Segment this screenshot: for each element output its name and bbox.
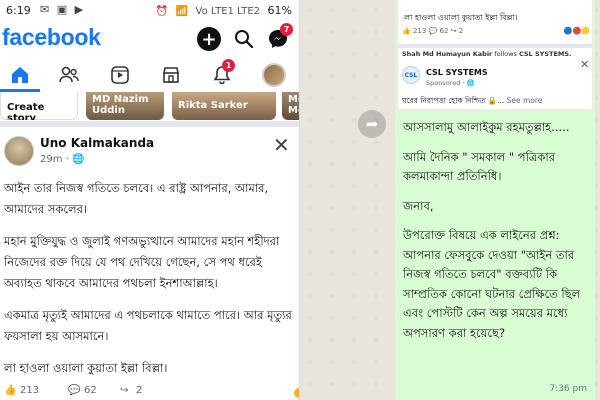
follow-text: follows <box>494 50 517 58</box>
profile-avatar <box>262 63 286 87</box>
story-card[interactable]: Rikta Sarker <box>172 92 276 120</box>
like-icon: 👍 <box>402 27 413 35</box>
nav-home[interactable] <box>6 62 34 88</box>
comment-count: 62 <box>84 385 97 396</box>
nav-notifications[interactable]: 1 <box>208 59 236 88</box>
message-paragraph: জনাব, <box>403 198 434 213</box>
forward-button[interactable]: ➦ <box>358 110 386 138</box>
comment-count: 62 <box>439 27 449 35</box>
facebook-post: Uno Kalmakanda 29m · 🌐 ✕ আইন তার নিজস্ব … <box>0 128 299 400</box>
stories-row: Create story MD Nazim Uddin Rikta Sarker… <box>0 92 299 120</box>
facebook-screenshot: 6:19 ✉ ▣ ▶ ⏰ 📶 Vo LTE1 LTE2 61% facebook… <box>0 0 300 400</box>
marketplace-icon <box>163 67 179 83</box>
story-card[interactable]: Mo Mo <box>282 92 299 120</box>
close-icon[interactable]: ✕ <box>273 133 290 157</box>
like-icon[interactable]: 👍 <box>4 385 16 396</box>
message-time: 7:36 pm <box>549 384 587 394</box>
share-icon[interactable]: ↪ <box>120 385 128 396</box>
post-meta: 29m · 🌐 <box>40 154 84 165</box>
image-divider <box>398 44 592 48</box>
feed-divider <box>0 121 299 127</box>
nav-friends[interactable] <box>55 62 83 88</box>
facebook-header: facebook + 7 <box>0 22 299 56</box>
post-paragraph: একমাত্র মৃত্যুই আমাদের এ পথচলাকে থামাতে … <box>4 308 292 343</box>
status-right: ⏰ 📶 Vo LTE1 LTE2 61% <box>156 4 292 17</box>
close-icon: ✕ <box>580 58 590 71</box>
share-count: 2 <box>136 385 143 396</box>
message-paragraph: আমি দৈনিক " সমকাল " পত্রিকার কলমাকান্দা … <box>403 149 556 184</box>
battery-level: 61% <box>267 4 292 17</box>
messenger-button[interactable]: 7 <box>266 23 293 51</box>
status-bar: 6:19 ✉ ▣ ▶ ⏰ 📶 Vo LTE1 LTE2 61% <box>0 0 299 22</box>
message-paragraph: আসসালামু আলাইকুম রহমতুল্লাহ..... <box>403 120 570 134</box>
status-time: 6:19 <box>6 4 31 17</box>
share-count: 2 <box>458 27 464 35</box>
messenger-badge: 7 <box>280 23 293 36</box>
post-time: 29m <box>40 154 63 165</box>
message-paragraph: উপরোক্ত বিষয়ে এক লাইনের প্রশ্ন: আপনার ফ… <box>403 228 581 340</box>
search-icon <box>235 30 254 49</box>
ad-title: CSL SYSTEMS <box>426 68 488 77</box>
plus-icon: + <box>201 28 217 50</box>
reaction-icons: 🔵🔴🟡 <box>563 27 590 35</box>
follow-name: Shah Md Humayun Kabir <box>402 50 493 58</box>
alarm-icon: ⏰ <box>155 6 169 17</box>
search-button[interactable] <box>232 27 256 51</box>
sponsored-label: Sponsored · 🌐 <box>426 79 475 87</box>
story-card[interactable]: MD Nazim Uddin <box>86 92 164 120</box>
see-more-link: See more <box>506 96 543 105</box>
message-bubble[interactable]: আসসালামু আলাইকুম রহমতুল্লাহ..... আমি দৈন… <box>395 112 595 400</box>
post-paragraph: আইন তার নিজস্ব গতিতে চলবে। এ রাষ্ট্র আপন… <box>4 181 269 216</box>
image-post-text: লা হাওলা ওয়ালা কুয়াতা ইল্লা বিল্লা। <box>404 13 518 22</box>
follow-notice: Shah Md Humayun Kabir follows CSL SYSTEM… <box>402 50 572 58</box>
nav-marketplace[interactable] <box>157 62 185 88</box>
globe-icon: · 🌐 <box>65 154 85 165</box>
video-icon <box>111 66 129 84</box>
post-body: আইন তার নিজস্ব গতিতে চলবে। এ রাষ্ট্র আপন… <box>4 178 296 390</box>
notifications-badge: 1 <box>222 59 235 72</box>
like-count: 213 <box>20 385 40 396</box>
facebook-nav: 1 <box>0 58 299 92</box>
forward-icon: ➦ <box>365 115 379 133</box>
image-post-footer: 👍 213 💬 62 ↪ 2 🔵🔴🟡 <box>402 27 590 35</box>
facebook-logo[interactable]: facebook <box>2 24 101 51</box>
comment-icon[interactable]: 💬 <box>68 385 80 396</box>
wifi-icon: 📶 <box>175 6 189 17</box>
post-author-name[interactable]: Uno Kalmakanda <box>40 136 154 150</box>
post-footer: 👍 213 💬 62 ↪ 2 <box>4 383 299 399</box>
ad-text-body: ঘরের নিরাপত্তা হোক নিশ্চিত 🔒... <box>402 96 505 105</box>
whatsapp-chat: ➦ লা হাওলা ওয়ালা কুয়াতা ইল্লা বিল্লা। … <box>300 0 600 400</box>
nav-profile[interactable] <box>260 62 288 88</box>
create-button[interactable]: + <box>197 27 221 51</box>
create-story-card[interactable]: Create story <box>0 92 78 120</box>
like-count: 213 <box>412 27 427 35</box>
friends-icon <box>59 66 79 83</box>
home-icon <box>12 67 28 83</box>
ad-text: ঘরের নিরাপত্তা হোক নিশ্চিত 🔒... See more <box>402 96 542 108</box>
csl-logo-icon: CSL <box>402 66 420 84</box>
nav-video[interactable] <box>106 62 134 88</box>
comment-icon: 💬 <box>428 27 440 35</box>
share-icon: ↪ <box>450 27 459 35</box>
post-author-avatar[interactable] <box>4 136 34 166</box>
notification-icons: ✉ ▣ ▶ <box>40 3 86 16</box>
post-paragraph: মহান মুক্তিযুদ্ধ ও জুলাই গণঅভ্যুত্থানে আ… <box>4 234 280 290</box>
post-paragraph: লা হাওলা ওয়ালা কুয়াতা ইল্লা বিল্লা। <box>4 361 168 375</box>
follow-target: CSL SYSTEMS. <box>518 50 572 58</box>
care-reaction-icon <box>293 387 299 399</box>
forwarded-image[interactable]: লা হাওলা ওয়ালা কুয়াতা ইল্লা বিল্লা। 👍 … <box>395 0 595 112</box>
network-label: Vo LTE1 LTE2 <box>195 6 261 17</box>
